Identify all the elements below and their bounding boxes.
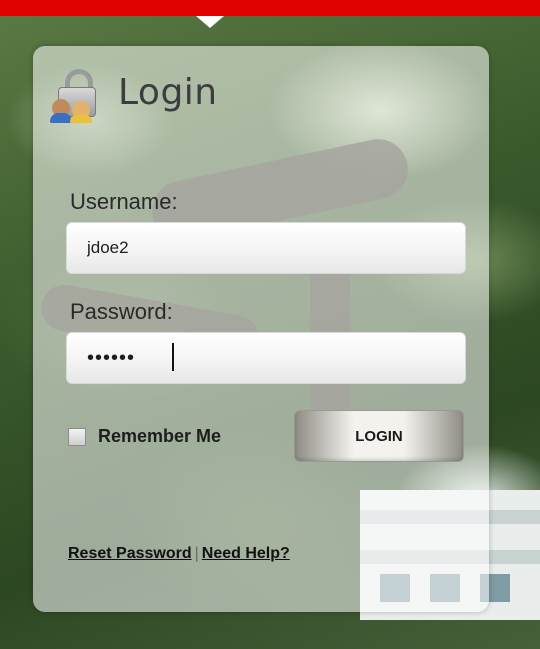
user-body-icon bbox=[50, 113, 72, 123]
help-links: Reset Password | Need Help? bbox=[68, 545, 290, 563]
top-red-bar bbox=[0, 0, 540, 16]
login-title: Login bbox=[118, 71, 218, 113]
need-help-link[interactable]: Need Help? bbox=[202, 545, 290, 562]
remember-me-row[interactable]: Remember Me bbox=[68, 426, 221, 447]
login-header: Login bbox=[50, 62, 218, 123]
password-label: Password: bbox=[70, 299, 173, 324]
lock-users-icon bbox=[50, 63, 104, 123]
link-separator: | bbox=[194, 545, 199, 562]
text-cursor bbox=[172, 343, 174, 371]
username-label: Username: bbox=[70, 189, 178, 214]
remember-me-label[interactable]: Remember Me bbox=[98, 426, 221, 447]
password-input[interactable] bbox=[66, 332, 466, 384]
login-panel bbox=[33, 46, 489, 612]
username-input[interactable] bbox=[66, 222, 466, 274]
remember-me-checkbox[interactable] bbox=[68, 427, 86, 446]
reset-password-link[interactable]: Reset Password bbox=[68, 545, 192, 562]
login-button[interactable]: LOGIN bbox=[294, 410, 464, 462]
top-notch bbox=[196, 16, 224, 28]
user-body-icon bbox=[70, 115, 92, 123]
